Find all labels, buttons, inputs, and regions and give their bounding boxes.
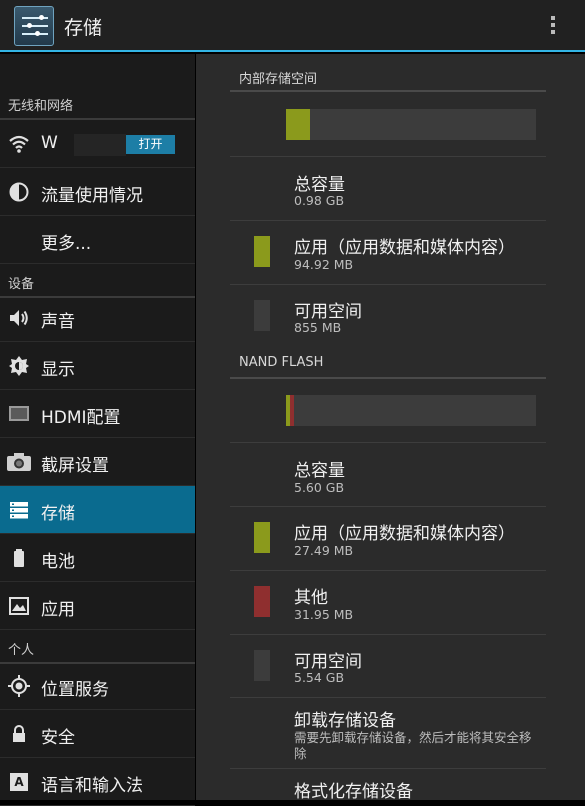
- unmount-storage-desc: 需要先卸载存储设备，然后才能将其安全移除: [294, 730, 532, 761]
- row-value: 27.49 MB: [294, 543, 354, 558]
- sidebar-item-label: 存储: [41, 504, 75, 524]
- sidebar-item-language[interactable]: A 语言和输入法: [0, 758, 195, 806]
- storage-detail-panel: [196, 54, 585, 800]
- row-value: 31.95 MB: [294, 607, 354, 622]
- brightness-icon: [9, 356, 29, 376]
- section-header-device: 设备: [0, 264, 195, 298]
- nand-usage-bar: [286, 395, 536, 426]
- section-header-personal: 个人: [0, 630, 195, 664]
- hdmi-icon: [9, 406, 29, 421]
- redacted-region: [74, 134, 126, 156]
- sidebar-item-label: HDMI配置: [41, 408, 121, 428]
- data-usage-icon: [9, 182, 29, 202]
- format-storage-title: 格式化存储设备: [294, 782, 413, 802]
- sidebar-item-display[interactable]: 显示: [0, 342, 195, 390]
- sidebar-item-data-usage[interactable]: 流量使用情况: [0, 168, 195, 216]
- sidebar-item-label: 安全: [41, 728, 75, 748]
- color-swatch: [254, 586, 270, 617]
- apps-icon: [9, 597, 29, 615]
- sidebar-item-screenshot[interactable]: 截屏设置: [0, 438, 195, 486]
- row-title: 总容量: [294, 175, 345, 195]
- camera-icon: [7, 453, 31, 471]
- keyboard-icon: A: [10, 773, 28, 791]
- svg-text:A: A: [14, 775, 24, 789]
- sidebar-item-storage[interactable]: 存储: [0, 486, 195, 534]
- sidebar-item-label: 声音: [41, 312, 75, 332]
- speaker-icon: [10, 310, 28, 326]
- lock-icon: [13, 725, 25, 742]
- row-title: 可用空间: [294, 302, 362, 322]
- internal-storage-header: 内部存储空间: [239, 72, 318, 87]
- sidebar-item-label: 显示: [41, 360, 75, 380]
- row-title: 可用空间: [294, 652, 362, 672]
- page-title: 存储: [64, 17, 103, 39]
- location-icon: [8, 675, 30, 697]
- sidebar-item-label: 电池: [41, 552, 75, 572]
- battery-icon: [14, 549, 24, 567]
- sidebar-item-apps[interactable]: 应用: [0, 582, 195, 630]
- sidebar-item-label: 更多...: [41, 234, 92, 254]
- row-value: 94.92 MB: [294, 257, 354, 272]
- color-swatch: [254, 522, 270, 553]
- settings-app-icon[interactable]: [14, 6, 54, 46]
- row-title: 其他: [294, 588, 328, 608]
- sidebar-item-sound[interactable]: 声音: [0, 294, 195, 342]
- section-header-wireless: 无线和网络: [0, 86, 195, 120]
- row-title: 应用（应用数据和媒体内容）: [294, 238, 515, 258]
- row-value: 5.54 GB: [294, 670, 345, 685]
- storage-icon: [10, 502, 28, 519]
- color-swatch: [254, 300, 270, 331]
- sidebar-item-label: W: [41, 133, 58, 153]
- sidebar-item-wifi[interactable]: W 打开: [0, 120, 195, 168]
- color-swatch: [254, 650, 270, 681]
- settings-sidebar: 无线和网络 W 打开 流量使用情况 更多... 设备 声音 显示 HDMI配置 …: [0, 54, 195, 806]
- sidebar-item-label: 语言和输入法: [41, 776, 143, 796]
- row-value: 5.60 GB: [294, 480, 345, 495]
- sidebar-item-label: 截屏设置: [41, 456, 109, 476]
- sidebar-item-battery[interactable]: 电池: [0, 534, 195, 582]
- row-value: 855 MB: [294, 320, 342, 335]
- sidebar-item-more[interactable]: 更多...: [0, 216, 195, 264]
- internal-usage-bar: [286, 109, 536, 140]
- wifi-icon: [9, 135, 29, 153]
- color-swatch: [254, 236, 270, 267]
- usage-bar-segment: [286, 109, 310, 140]
- sidebar-item-location[interactable]: 位置服务: [0, 662, 195, 710]
- overflow-menu-icon[interactable]: [545, 14, 561, 38]
- row-title: 总容量: [294, 461, 345, 481]
- nand-flash-header: NAND FLASH: [239, 355, 324, 370]
- sidebar-item-label: 应用: [41, 600, 75, 620]
- sidebar-item-security[interactable]: 安全: [0, 710, 195, 758]
- wifi-toggle[interactable]: 打开: [126, 135, 175, 154]
- row-value: 0.98 GB: [294, 193, 345, 208]
- unmount-storage-title: 卸载存储设备: [294, 711, 396, 731]
- row-title: 应用（应用数据和媒体内容）: [294, 524, 515, 544]
- usage-bar-segment: [290, 395, 294, 426]
- sidebar-item-hdmi[interactable]: HDMI配置: [0, 390, 195, 438]
- action-bar: 存储: [0, 0, 585, 52]
- sidebar-item-label: 流量使用情况: [41, 186, 143, 206]
- sidebar-item-label: 位置服务: [41, 680, 109, 700]
